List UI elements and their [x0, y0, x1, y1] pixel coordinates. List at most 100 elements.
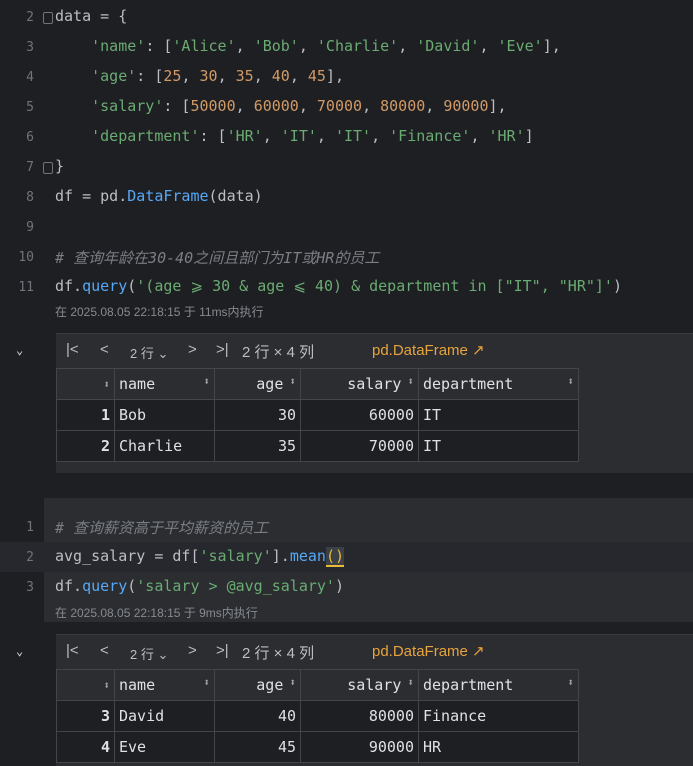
sort-icon[interactable]: ⬍: [203, 676, 210, 689]
last-page-icon[interactable]: >|: [216, 642, 229, 659]
cell-salary[interactable]: 60000: [300, 399, 419, 431]
column-header-department[interactable]: department ⬍: [418, 669, 579, 701]
code-text: # 查询薪资高于平均薪资的员工: [55, 519, 269, 537]
code-line-current[interactable]: 2 avg_salary = df['salary'].mean(): [0, 542, 693, 572]
cell-salary[interactable]: 70000: [300, 430, 419, 462]
code-text: data = {: [55, 7, 128, 25]
column-header-name[interactable]: name ⬍: [114, 368, 215, 400]
cell-department[interactable]: IT: [418, 399, 579, 431]
cell-age[interactable]: 45: [214, 731, 301, 763]
result-summary: 2 行 × 4 列: [242, 344, 315, 361]
table-row[interactable]: 1 Bob 30 60000 IT: [56, 399, 579, 431]
result-summary: 2 行 × 4 列: [242, 645, 315, 662]
table-row[interactable]: 3 David 40 80000 Finance: [56, 700, 579, 732]
cell-department[interactable]: Finance: [418, 700, 579, 732]
code-line[interactable]: 10 # 查询年龄在30-40之间且部门为IT或HR的员工: [0, 242, 693, 272]
sort-icon[interactable]: ⬍: [289, 375, 296, 388]
dataframe-table: ⬍ name ⬍ age ⬍ salary ⬍ department ⬍ 1 Bob 3…: [56, 368, 579, 462]
code-line[interactable]: 3 'name': ['Alice', 'Bob', 'Charlie', 'D…: [0, 32, 693, 62]
cell-name[interactable]: Charlie: [114, 430, 215, 462]
last-page-icon[interactable]: >|: [216, 341, 229, 358]
output-toolbar: |< < 2 行 ⌄ > >| 2 行 × 4 列 pd.DataFrame ↗: [56, 635, 693, 669]
code-line[interactable]: 6 'department': ['HR', 'IT', 'IT', 'Fina…: [0, 122, 693, 152]
column-header-age[interactable]: age ⬍: [214, 669, 301, 701]
sort-icon[interactable]: ⬍: [289, 676, 296, 689]
line-number: 3: [26, 580, 34, 595]
sort-icon[interactable]: ⬍: [103, 378, 110, 391]
first-page-icon[interactable]: |<: [66, 341, 79, 358]
code-line[interactable]: 7 }: [0, 152, 693, 182]
sort-icon[interactable]: ⬍: [567, 375, 574, 388]
code-text: df = pd.DataFrame(data): [55, 187, 263, 205]
sort-icon[interactable]: ⬍: [407, 676, 414, 689]
code-text: # 查询年龄在30-40之间且部门为IT或HR的员工: [55, 249, 380, 267]
next-page-icon[interactable]: >: [188, 341, 197, 358]
cell-age[interactable]: 35: [214, 430, 301, 462]
chevron-down-icon: ⌄: [157, 346, 169, 361]
output-panel-1: |< < 2 行 ⌄ > >| 2 行 × 4 列 pd.DataFrame ↗…: [56, 333, 693, 473]
column-header-department[interactable]: department ⬍: [418, 368, 579, 400]
prev-page-icon[interactable]: <: [100, 341, 109, 358]
code-text: df.query('salary > @avg_salary'): [55, 577, 344, 595]
line-number: 9: [26, 220, 34, 235]
table-row[interactable]: 4 Eve 45 90000 HR: [56, 731, 579, 763]
index-header[interactable]: ⬍: [56, 669, 115, 701]
line-number: 7: [26, 160, 34, 175]
line-number: 4: [26, 70, 34, 85]
table-row[interactable]: 2 Charlie 35 70000 IT: [56, 430, 579, 462]
row-index: 3: [56, 700, 115, 732]
fold-icon[interactable]: [43, 12, 53, 24]
chevron-down-icon[interactable]: ⌄: [16, 644, 23, 658]
column-header-salary[interactable]: salary ⬍: [300, 669, 419, 701]
cell-department[interactable]: HR: [418, 731, 579, 763]
chevron-down-icon[interactable]: ⌄: [16, 343, 23, 357]
code-cell-1[interactable]: 2 data = { 3 'name': ['Alice', 'Bob', 'C…: [0, 0, 693, 320]
code-line[interactable]: 8 df = pd.DataFrame(data): [0, 182, 693, 212]
output-toolbar: |< < 2 行 ⌄ > >| 2 行 × 4 列 pd.DataFrame ↗: [56, 334, 693, 368]
line-number: 6: [26, 130, 34, 145]
code-text: 'age': [25, 30, 35, 40, 45],: [91, 67, 344, 85]
line-number: 1: [26, 520, 34, 535]
line-number: 10: [18, 250, 34, 265]
column-header-age[interactable]: age ⬍: [214, 368, 301, 400]
first-page-icon[interactable]: |<: [66, 642, 79, 659]
code-line[interactable]: 11 df.query('(age ⩾ 30 & age ⩽ 40) & dep…: [0, 272, 693, 302]
column-header-name[interactable]: name ⬍: [114, 669, 215, 701]
row-index: 4: [56, 731, 115, 763]
cell-name[interactable]: Eve: [114, 731, 215, 763]
dataframe-link[interactable]: pd.DataFrame ↗: [372, 642, 485, 660]
sort-icon[interactable]: ⬍: [103, 679, 110, 692]
dataframe-link[interactable]: pd.DataFrame ↗: [372, 341, 485, 359]
column-header-salary[interactable]: salary ⬍: [300, 368, 419, 400]
cell-department[interactable]: IT: [418, 430, 579, 462]
code-line[interactable]: 2 data = {: [0, 2, 693, 32]
rows-select[interactable]: 2 行 ⌄: [130, 644, 168, 663]
code-text: 'salary': [50000, 60000, 70000, 80000, 9…: [91, 97, 507, 115]
code-line[interactable]: 4 'age': [25, 30, 35, 40, 45],: [0, 62, 693, 92]
code-cell-2[interactable]: 1 # 查询薪资高于平均薪资的员工 2 avg_salary = df['sal…: [0, 498, 693, 622]
dataframe-table: ⬍ name ⬍ age ⬍ salary ⬍ department ⬍ 3 David…: [56, 669, 579, 763]
cell-salary[interactable]: 80000: [300, 700, 419, 732]
line-number: 8: [26, 190, 34, 205]
prev-page-icon[interactable]: <: [100, 642, 109, 659]
code-line[interactable]: 3 df.query('salary > @avg_salary'): [0, 572, 693, 602]
cell-salary[interactable]: 90000: [300, 731, 419, 763]
rows-select[interactable]: 2 行 ⌄: [130, 343, 168, 362]
code-line[interactable]: 1 # 查询薪资高于平均薪资的员工: [0, 512, 693, 542]
sort-icon[interactable]: ⬍: [407, 375, 414, 388]
sort-icon[interactable]: ⬍: [567, 676, 574, 689]
row-index: 1: [56, 399, 115, 431]
index-header[interactable]: ⬍: [56, 368, 115, 400]
cell-age[interactable]: 40: [214, 700, 301, 732]
code-text: 'department': ['HR', 'IT', 'IT', 'Financ…: [91, 127, 534, 145]
cell-name[interactable]: David: [114, 700, 215, 732]
cell-age[interactable]: 30: [214, 399, 301, 431]
line-number: 3: [26, 40, 34, 55]
sort-icon[interactable]: ⬍: [203, 375, 210, 388]
code-line[interactable]: 9: [0, 212, 693, 242]
code-line[interactable]: 5 'salary': [50000, 60000, 70000, 80000,…: [0, 92, 693, 122]
cell-name[interactable]: Bob: [114, 399, 215, 431]
code-text: }: [55, 157, 65, 175]
next-page-icon[interactable]: >: [188, 642, 197, 659]
fold-icon[interactable]: [43, 162, 53, 174]
